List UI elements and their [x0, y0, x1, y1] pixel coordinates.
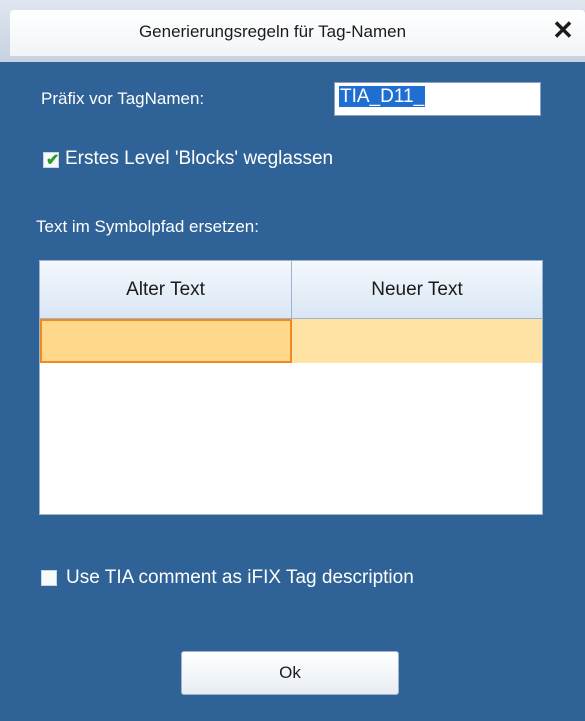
prefix-label: Präfix vor TagNamen: [41, 89, 205, 108]
cell-old-text[interactable] [40, 319, 292, 363]
skip-blocks-checkbox[interactable]: ✔ [43, 152, 60, 169]
dialog-title: Generierungsregeln für Tag-Namen [138, 22, 407, 41]
dialog-body: Präfix vor TagNamen: TIA_D11_ ✔ Erstes L… [10, 62, 585, 721]
replace-text-grid[interactable]: Alter Text Neuer Text [39, 260, 543, 515]
dialog-titlebar: Generierungsregeln für Tag-Namen ✕ [0, 0, 585, 62]
table-row[interactable] [40, 319, 542, 363]
column-header-old-text[interactable]: Alter Text [40, 261, 292, 319]
prefix-input[interactable]: TIA_D11_ [334, 82, 541, 116]
skip-blocks-label: Erstes Level 'Blocks' weglassen [65, 148, 334, 169]
ok-button[interactable]: Ok [181, 651, 399, 695]
tia-comment-checkbox[interactable] [41, 570, 57, 586]
check-icon: ✔ [46, 152, 60, 169]
cell-new-text[interactable] [292, 319, 542, 363]
prefix-input-value: TIA_D11_ [339, 86, 426, 107]
close-icon[interactable]: ✕ [551, 15, 575, 45]
grid-header: Alter Text Neuer Text [40, 261, 542, 319]
column-header-new-text[interactable]: Neuer Text [292, 261, 542, 319]
replace-section-label: Text im Symbolpfad ersetzen: [36, 217, 259, 236]
tia-comment-label: Use TIA comment as iFIX Tag description [66, 567, 414, 588]
